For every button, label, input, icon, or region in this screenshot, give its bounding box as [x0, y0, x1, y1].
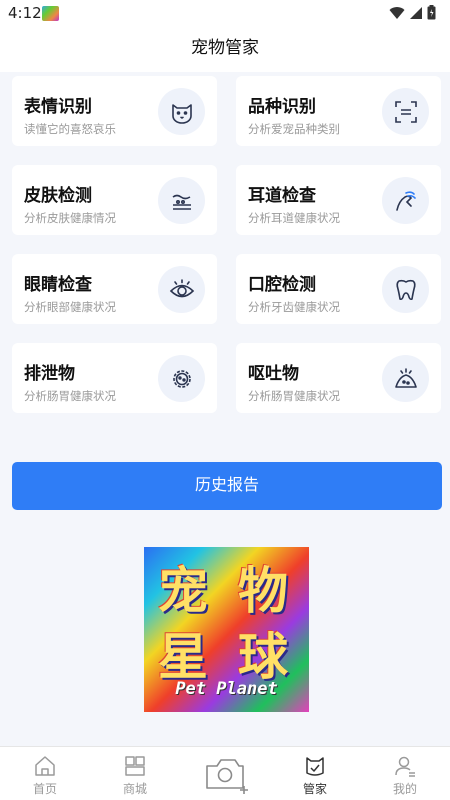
card-subtitle: 分析眼部健康状况: [24, 300, 116, 314]
home-icon: [35, 756, 55, 776]
card-expression-recognition[interactable]: 表情识别 读懂它的喜怒哀乐: [12, 76, 217, 146]
profile-icon: [395, 756, 415, 777]
card-subtitle: 分析耳道健康状况: [248, 211, 340, 225]
card-breed-recognition[interactable]: 品种识别 分析爱宠品种类别: [236, 76, 441, 146]
nav-item-profile[interactable]: 我的: [360, 747, 450, 800]
wifi-icon: [389, 6, 405, 19]
card-label: 口腔检测: [248, 275, 316, 295]
skin-icon: [158, 177, 205, 224]
history-report-button[interactable]: 历史报告: [12, 462, 442, 510]
logo-glyph: 物: [238, 562, 288, 620]
status-bar: 4:12: [0, 0, 450, 28]
card-vomit[interactable]: 呕吐物 分析肠胃健康状况: [236, 343, 441, 413]
card-excrement[interactable]: 排泄物 分析肠胃健康状况: [12, 343, 217, 413]
card-subtitle: 分析肠胃健康状况: [248, 389, 340, 403]
feature-grid: 表情识别 读懂它的喜怒哀乐 品种识别 分析爱宠品种类别 皮肤检测 分析皮肤健康情…: [12, 76, 442, 416]
card-label: 表情识别: [24, 97, 92, 117]
scan-icon: [382, 88, 429, 135]
card-label: 皮肤检测: [24, 186, 92, 206]
butler-icon: [306, 757, 324, 776]
pet-planet-logo: 宠 物 星 球 Pet Planet: [144, 547, 309, 712]
logo-glyph: 宠: [158, 562, 208, 620]
nav-label: 首页: [32, 782, 57, 796]
status-time: 4:12: [8, 4, 42, 22]
logo-english-text: Pet Planet: [175, 679, 278, 699]
nav-item-shop[interactable]: 商城: [90, 747, 180, 800]
title-bar: 宠物管家: [0, 28, 450, 72]
eye-icon: [158, 266, 205, 313]
card-oral-check[interactable]: 口腔检测 分析牙齿健康状况: [236, 254, 441, 324]
shop-icon: [125, 756, 145, 776]
nav-label: 商城: [122, 782, 147, 796]
gear-icon: [158, 355, 205, 402]
signal-icon: [410, 6, 422, 19]
card-label: 排泄物: [24, 364, 75, 384]
card-subtitle: 分析爱宠品种类别: [248, 122, 340, 136]
card-subtitle: 读懂它的喜怒哀乐: [24, 122, 116, 136]
card-label: 呕吐物: [248, 364, 299, 384]
nav-item-home[interactable]: 首页: [0, 747, 90, 800]
tooth-icon: [382, 266, 429, 313]
status-indicators: [389, 5, 436, 20]
card-eye-check[interactable]: 眼睛检查 分析眼部健康状况: [12, 254, 217, 324]
page-title: 宠物管家: [191, 38, 259, 58]
card-subtitle: 分析牙齿健康状况: [248, 300, 340, 314]
app-notification-icon: [42, 6, 59, 21]
nav-label: 我的: [392, 782, 417, 796]
card-label: 品种识别: [248, 97, 316, 117]
card-label: 耳道检查: [248, 186, 316, 206]
card-subtitle: 分析皮肤健康情况: [24, 211, 116, 225]
card-ear-check[interactable]: 耳道检查 分析耳道健康状况: [236, 165, 441, 235]
vomit-icon: [382, 355, 429, 402]
cat-face-icon: [158, 88, 205, 135]
nav-label: 管家: [302, 782, 327, 796]
card-subtitle: 分析肠胃健康状况: [24, 389, 116, 403]
nav-item-butler[interactable]: 管家: [270, 747, 360, 800]
camera-icon[interactable]: [203, 756, 253, 796]
card-skin-detection[interactable]: 皮肤检测 分析皮肤健康情况: [12, 165, 217, 235]
ear-icon: [382, 177, 429, 224]
card-label: 眼睛检查: [24, 275, 92, 295]
battery-icon: [427, 5, 436, 20]
